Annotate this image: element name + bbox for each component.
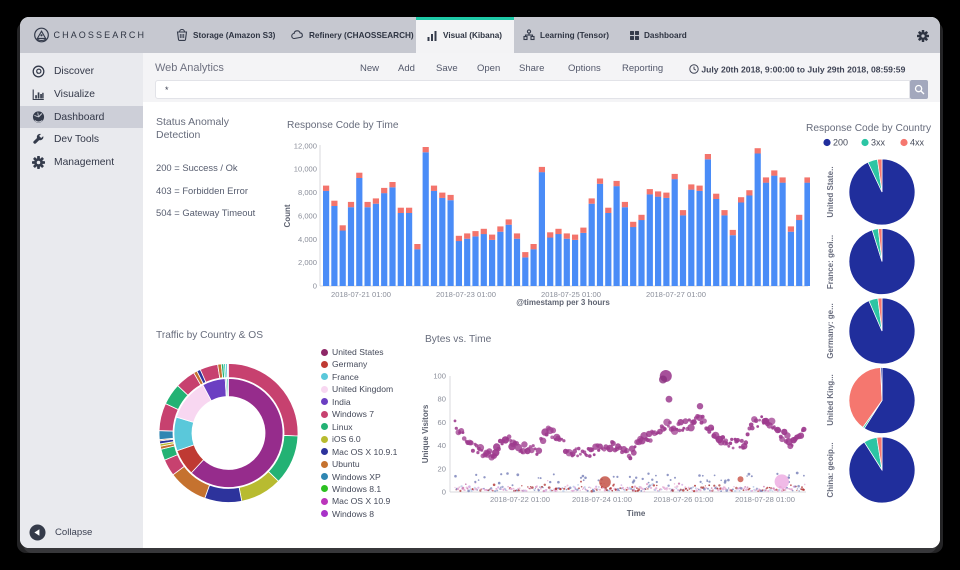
svg-text:20: 20: [438, 464, 446, 473]
svg-text:Unique Visitors: Unique Visitors: [421, 404, 430, 463]
svg-text:4,000: 4,000: [298, 235, 317, 244]
svg-text:2018-07-24 01:00: 2018-07-24 01:00: [572, 495, 632, 504]
svg-text:2018-07-26 01:00: 2018-07-26 01:00: [654, 495, 714, 504]
svg-text:Bytes vs. Time: Bytes vs. Time: [425, 334, 492, 345]
svg-text:80: 80: [438, 395, 446, 404]
svg-text:United State..: United State..: [826, 166, 835, 217]
svg-text:12,000: 12,000: [294, 141, 317, 150]
svg-text:Time: Time: [627, 509, 646, 518]
svg-text:6,000: 6,000: [298, 211, 317, 220]
svg-text:2018-07-23 01:00: 2018-07-23 01:00: [436, 290, 496, 299]
svg-text:China: geoip...: China: geoip...: [826, 442, 835, 497]
svg-text:France: geoi...: France: geoi...: [826, 235, 835, 289]
svg-text:2,000: 2,000: [298, 258, 317, 267]
svg-text:10,000: 10,000: [294, 165, 317, 174]
svg-text:40: 40: [438, 441, 446, 450]
svg-text:Count: Count: [283, 204, 292, 227]
svg-text:4xx: 4xx: [910, 138, 925, 148]
svg-text:@timestamp per 3 hours: @timestamp per 3 hours: [516, 298, 610, 307]
svg-text:2018-07-21 01:00: 2018-07-21 01:00: [331, 290, 391, 299]
svg-text:2018-07-27 01:00: 2018-07-27 01:00: [646, 290, 706, 299]
svg-text:Response Code by Time: Response Code by Time: [287, 120, 399, 131]
svg-text:0: 0: [442, 488, 446, 497]
svg-text:60: 60: [438, 418, 446, 427]
svg-text:0: 0: [313, 282, 317, 291]
svg-text:2018-07-28 01:00: 2018-07-28 01:00: [735, 495, 795, 504]
svg-text:100: 100: [433, 372, 446, 381]
svg-text:200: 200: [833, 138, 848, 148]
svg-text:Germany: ge...: Germany: ge...: [826, 303, 835, 359]
svg-text:8,000: 8,000: [298, 188, 317, 197]
svg-text:3xx: 3xx: [871, 138, 886, 148]
svg-text:2018-07-22 01:00: 2018-07-22 01:00: [490, 495, 550, 504]
svg-text:United King...: United King...: [826, 374, 835, 426]
svg-text:Response Code by Country: Response Code by Country: [806, 123, 932, 134]
